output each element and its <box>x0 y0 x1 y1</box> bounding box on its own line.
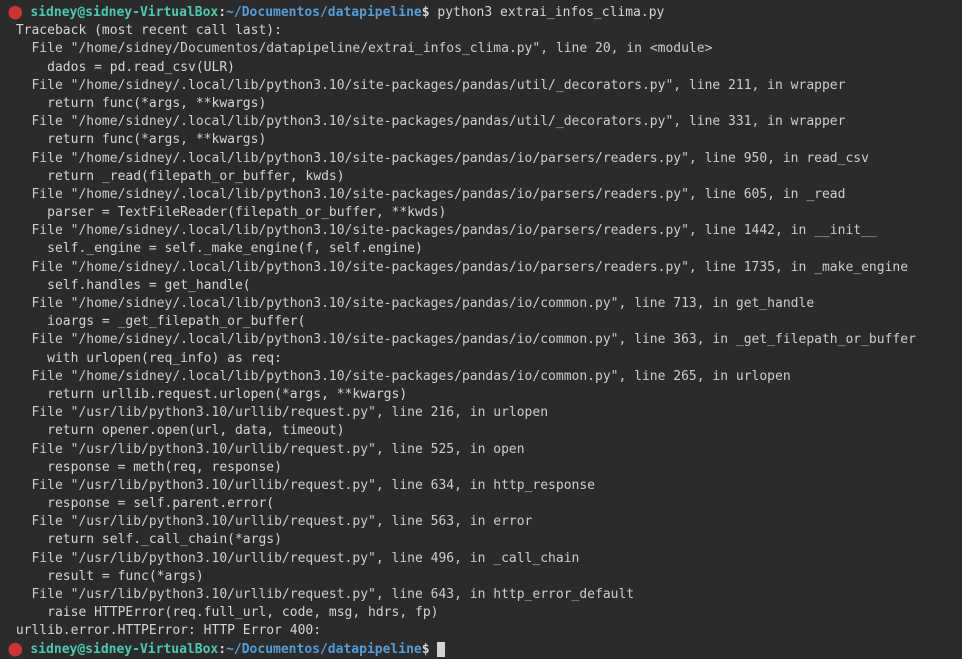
prompt-path: ~/Documentos/datapipeline <box>226 5 422 20</box>
command-text: python3 extrai_infos_clima.py <box>437 5 664 20</box>
terminal-output[interactable]: ⬤ sidney@sidney-VirtualBox:~/Documentos/… <box>8 4 954 659</box>
traceback-file-line: File "/home/sidney/.local/lib/python3.10… <box>8 113 954 131</box>
traceback-code-line: ioargs = _get_filepath_or_buffer( <box>8 313 954 331</box>
traceback-code-line: raise HTTPError(req.full_url, code, msg,… <box>8 604 954 622</box>
traceback-header: Traceback (most recent call last): <box>8 22 954 40</box>
traceback-code-line: self._engine = self._make_engine(f, self… <box>8 240 954 258</box>
traceback-code-line: with urlopen(req_info) as req: <box>8 350 954 368</box>
traceback-file-line: File "/home/sidney/.local/lib/python3.10… <box>8 259 954 277</box>
status-indicator-icon: ⬤ <box>8 5 23 20</box>
status-indicator-icon: ⬤ <box>8 642 23 657</box>
traceback-code-line: response = meth(req, response) <box>8 459 954 477</box>
traceback-file-line: File "/usr/lib/python3.10/urllib/request… <box>8 441 954 459</box>
prompt-dollar: $ <box>422 5 430 20</box>
traceback-code-line: return func(*args, **kwargs) <box>8 95 954 113</box>
prompt-line-1: ⬤ sidney@sidney-VirtualBox:~/Documentos/… <box>8 4 954 22</box>
traceback-frames: File "/home/sidney/Documentos/datapipeli… <box>8 40 954 622</box>
traceback-code-line: parser = TextFileReader(filepath_or_buff… <box>8 204 954 222</box>
traceback-file-line: File "/home/sidney/.local/lib/python3.10… <box>8 368 954 386</box>
traceback-file-line: File "/home/sidney/.local/lib/python3.10… <box>8 186 954 204</box>
cursor <box>437 642 445 657</box>
traceback-file-line: File "/usr/lib/python3.10/urllib/request… <box>8 477 954 495</box>
traceback-file-line: File "/home/sidney/.local/lib/python3.10… <box>8 150 954 168</box>
traceback-code-line: return self._call_chain(*args) <box>8 531 954 549</box>
traceback-code-line: return urllib.request.urlopen(*args, **k… <box>8 386 954 404</box>
prompt-user-host: sidney@sidney-VirtualBox <box>30 642 218 657</box>
prompt-separator: : <box>218 5 226 20</box>
prompt-path: ~/Documentos/datapipeline <box>226 642 422 657</box>
traceback-file-line: File "/usr/lib/python3.10/urllib/request… <box>8 586 954 604</box>
traceback-code-line: self.handles = get_handle( <box>8 277 954 295</box>
traceback-file-line: File "/home/sidney/.local/lib/python3.10… <box>8 295 954 313</box>
traceback-code-line: return func(*args, **kwargs) <box>8 131 954 149</box>
traceback-file-line: File "/usr/lib/python3.10/urllib/request… <box>8 550 954 568</box>
traceback-code-line: return _read(filepath_or_buffer, kwds) <box>8 168 954 186</box>
traceback-file-line: File "/home/sidney/.local/lib/python3.10… <box>8 331 954 349</box>
traceback-file-line: File "/usr/lib/python3.10/urllib/request… <box>8 513 954 531</box>
traceback-code-line: response = self.parent.error( <box>8 495 954 513</box>
traceback-file-line: File "/home/sidney/.local/lib/python3.10… <box>8 222 954 240</box>
prompt-dollar: $ <box>422 642 430 657</box>
traceback-file-line: File "/home/sidney/.local/lib/python3.10… <box>8 77 954 95</box>
traceback-file-line: File "/home/sidney/Documentos/datapipeli… <box>8 40 954 58</box>
traceback-code-line: result = func(*args) <box>8 568 954 586</box>
prompt-user-host: sidney@sidney-VirtualBox <box>30 5 218 20</box>
prompt-separator: : <box>218 642 226 657</box>
traceback-file-line: File "/usr/lib/python3.10/urllib/request… <box>8 404 954 422</box>
prompt-line-2: ⬤ sidney@sidney-VirtualBox:~/Documentos/… <box>8 641 954 659</box>
traceback-code-line: dados = pd.read_csv(ULR) <box>8 59 954 77</box>
traceback-code-line: return opener.open(url, data, timeout) <box>8 422 954 440</box>
error-line: urllib.error.HTTPError: HTTP Error 400: <box>8 622 954 640</box>
